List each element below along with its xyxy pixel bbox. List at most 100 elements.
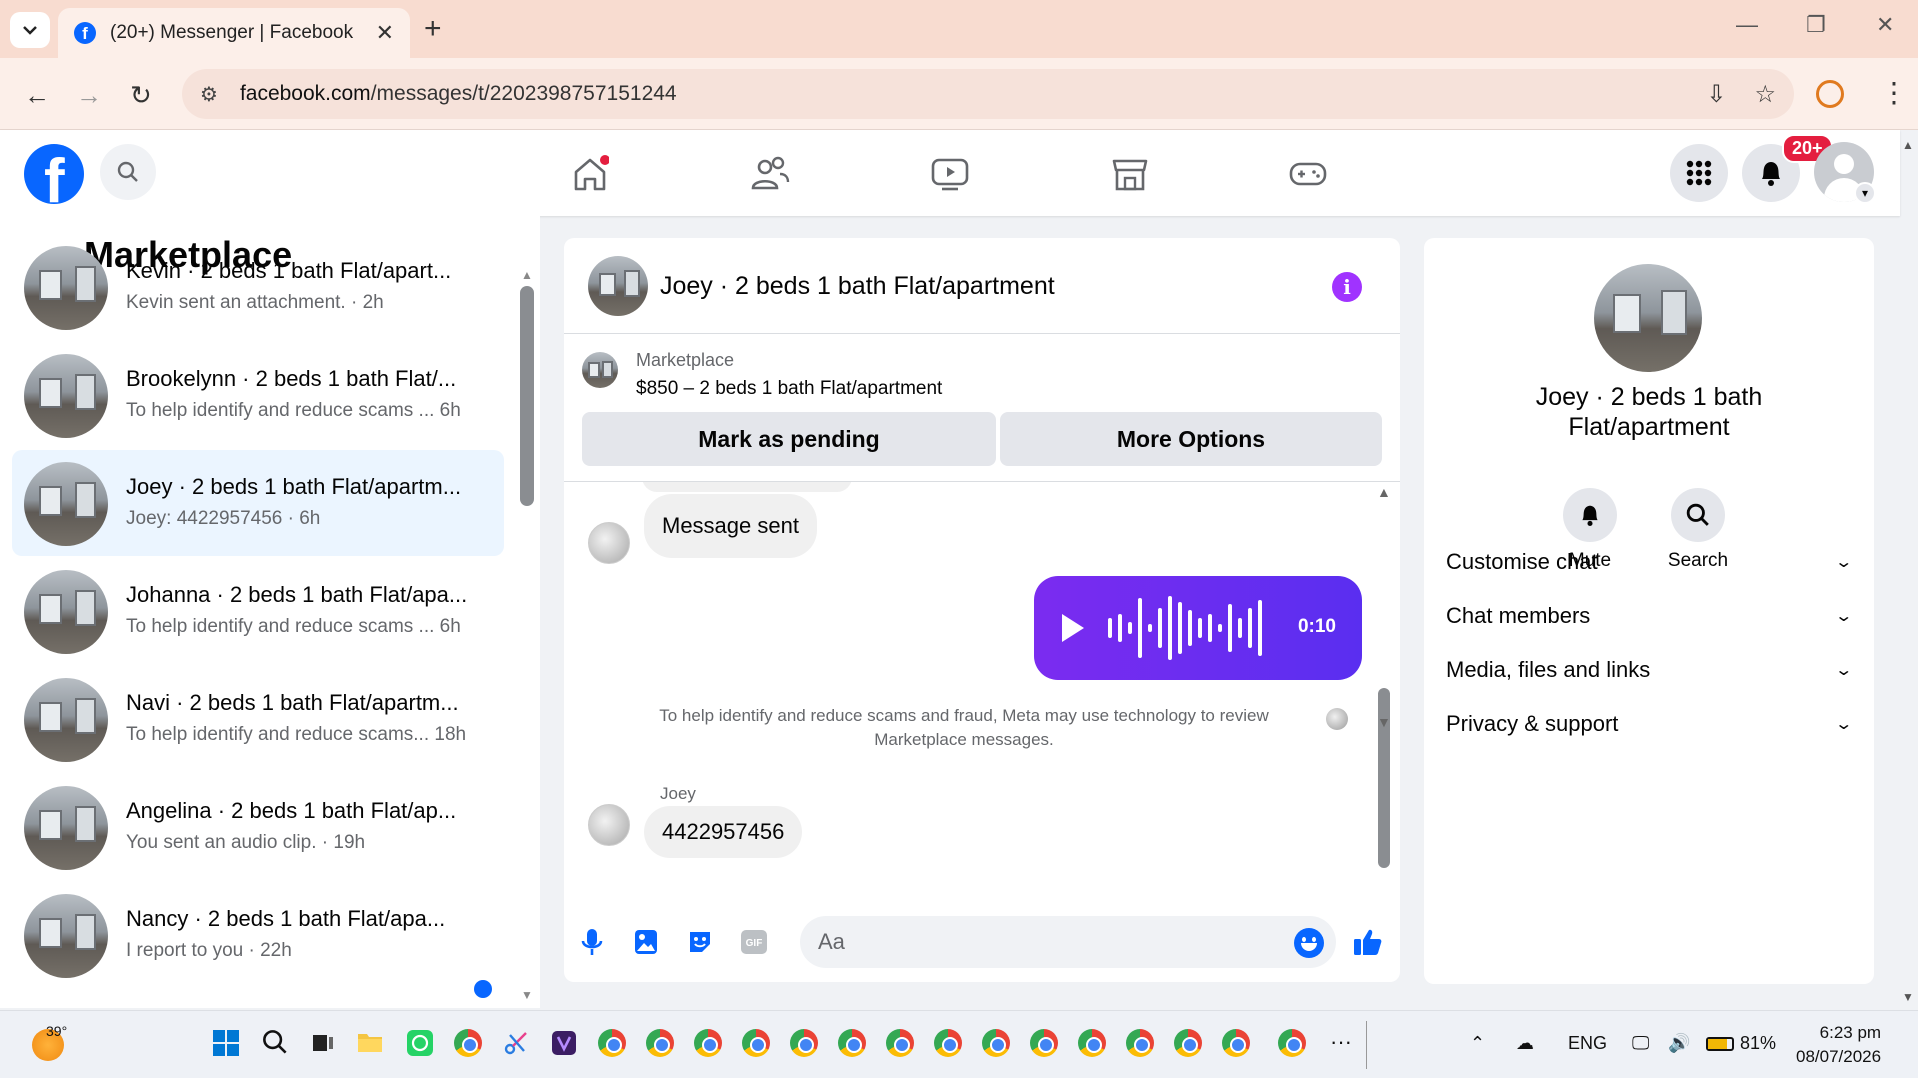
site-info-icon[interactable]: ⚙ <box>200 82 218 107</box>
sticker-button[interactable] <box>684 926 716 958</box>
language-indicator[interactable]: ENG <box>1568 1033 1607 1054</box>
conversation-item-active[interactable]: Joey · 2 beds 1 bath Flat/apartm... Joey… <box>12 450 504 556</box>
taskbar-search-icon[interactable] <box>262 1029 290 1057</box>
gif-button[interactable]: GIF <box>738 926 770 958</box>
marketplace-nav-button[interactable] <box>1108 152 1152 196</box>
chat-members-section[interactable]: Chat members ⌄ <box>1446 594 1853 638</box>
bell-icon <box>1762 162 1780 186</box>
chrome-profile-icon[interactable] <box>934 1029 962 1057</box>
home-nav-button[interactable] <box>568 152 612 196</box>
chrome-profile-icon[interactable] <box>886 1029 914 1057</box>
scroll-down-icon[interactable]: ▼ <box>521 988 533 1002</box>
chrome-profile-icon[interactable] <box>694 1029 722 1057</box>
conversation-item[interactable]: Angelina · 2 beds 1 bath Flat/ap... You … <box>12 774 504 880</box>
bookmark-star-icon[interactable]: ☆ <box>1754 80 1776 109</box>
chrome-profile-icon[interactable] <box>982 1029 1010 1057</box>
app-icon[interactable] <box>550 1029 578 1057</box>
marketplace-icon <box>1112 159 1148 191</box>
marketplace-listing-banner: Marketplace $850 – 2 beds 1 bath Flat/ap… <box>564 334 1400 482</box>
chrome-icon[interactable] <box>454 1029 482 1057</box>
snipping-tool-icon[interactable] <box>502 1029 530 1057</box>
like-button[interactable] <box>1352 926 1384 958</box>
more-options-button[interactable]: More Options <box>1000 412 1382 466</box>
conversation-item[interactable]: Nancy · 2 beds 1 bath Flat/apa... I repo… <box>12 882 504 988</box>
chrome-profile-icon[interactable] <box>1278 1029 1306 1057</box>
conversation-item[interactable]: Brookelynn · 2 beds 1 bath Flat/... To h… <box>12 342 504 448</box>
listing-thumbnail <box>24 570 108 654</box>
chrome-profile-icon[interactable] <box>1078 1029 1106 1057</box>
friends-nav-button[interactable] <box>748 152 792 196</box>
chrome-icon[interactable] <box>598 1029 626 1057</box>
chat-avatar[interactable] <box>588 256 648 316</box>
browser-profile-icon[interactable] <box>1816 80 1844 108</box>
chrome-profile-icon[interactable] <box>742 1029 770 1057</box>
audio-message[interactable]: 0:10 <box>1034 576 1362 680</box>
browser-menu-icon[interactable]: ⋮ <box>1880 76 1908 109</box>
tab-search-button[interactable] <box>10 12 50 48</box>
close-window-icon[interactable]: ✕ <box>1876 12 1894 38</box>
browser-tab[interactable]: f (20+) Messenger | Facebook ✕ <box>58 8 410 58</box>
more-apps-icon[interactable]: ··· <box>1330 1029 1352 1055</box>
chrome-profile-icon[interactable] <box>1174 1029 1202 1057</box>
display-icon[interactable]: 🖵 <box>1632 1033 1649 1054</box>
conversation-item[interactable]: Navi · 2 beds 1 bath Flat/apartm... To h… <box>12 666 504 772</box>
voice-clip-button[interactable] <box>576 926 608 958</box>
volume-icon[interactable]: 🔊 <box>1668 1033 1690 1054</box>
marketplace-label: Marketplace <box>636 350 735 370</box>
menu-button[interactable] <box>1670 144 1728 202</box>
address-bar[interactable]: ⚙ facebook.com/messages/t/22023987571512… <box>182 69 1794 119</box>
chevron-down-icon: ⌄ <box>1833 608 1853 625</box>
facebook-logo-icon[interactable]: f <box>24 144 84 204</box>
chevron-down-icon[interactable]: ▾ <box>1854 182 1876 204</box>
attach-media-button[interactable] <box>630 926 662 958</box>
show-hidden-icons-chevron-up-icon[interactable]: ⌃ <box>1470 1033 1485 1054</box>
forward-icon[interactable]: → <box>76 80 102 111</box>
video-icon <box>931 158 969 191</box>
minimize-icon[interactable]: — <box>1736 12 1758 38</box>
task-view-icon[interactable] <box>310 1029 338 1057</box>
page-scroll-down-icon[interactable]: ▼ <box>1902 990 1914 1004</box>
customise-chat-section[interactable]: Customise chat ⌄ <box>1446 540 1853 584</box>
whatsapp-icon[interactable] <box>406 1029 434 1057</box>
reload-icon[interactable]: ↻ <box>130 80 152 111</box>
chrome-profile-icon[interactable] <box>790 1029 818 1057</box>
chat-title[interactable]: Joey · 2 beds 1 bath Flat/apartment <box>660 272 1055 301</box>
sidebar-scrollbar[interactable] <box>520 286 534 506</box>
chrome-profile-icon[interactable] <box>1222 1029 1250 1057</box>
chat-panel: Joey · 2 beds 1 bath Flat/apartment i Ma… <box>564 238 1400 982</box>
message-input[interactable] <box>800 916 1336 968</box>
back-icon[interactable]: ← <box>24 80 50 111</box>
new-tab-button[interactable]: + <box>424 12 442 46</box>
chrome-profile-icon[interactable] <box>646 1029 674 1057</box>
chrome-profile-icon[interactable] <box>1126 1029 1154 1057</box>
conversation-item[interactable]: Kevin · 2 beds 1 bath Flat/apart... Kevi… <box>12 234 504 340</box>
battery-icon[interactable] <box>1706 1037 1734 1051</box>
listing-title[interactable]: $850 – 2 beds 1 bath Flat/apartment <box>636 378 942 400</box>
video-nav-button[interactable] <box>928 152 972 196</box>
install-app-icon[interactable]: ⇩ <box>1706 80 1726 109</box>
file-explorer-icon[interactable] <box>356 1029 384 1057</box>
start-icon[interactable] <box>212 1029 240 1057</box>
facebook-search-button[interactable] <box>100 144 156 200</box>
chrome-profile-icon[interactable] <box>1030 1029 1058 1057</box>
scroll-down-icon[interactable]: ▼ <box>1377 714 1391 730</box>
play-icon[interactable] <box>1062 614 1084 642</box>
privacy-support-section[interactable]: Privacy & support ⌄ <box>1446 702 1853 746</box>
info-icon[interactable]: i <box>1332 272 1362 302</box>
chrome-profile-icon[interactable] <box>838 1029 866 1057</box>
page-scroll-up-icon[interactable]: ▲ <box>1902 138 1914 152</box>
url-text[interactable]: facebook.com/messages/t/2202398757151244 <box>240 82 1678 106</box>
conversation-item[interactable]: Johanna · 2 beds 1 bath Flat/apa... To h… <box>12 558 504 664</box>
cloud-icon[interactable]: ☁ <box>1516 1033 1534 1054</box>
unread-indicator <box>474 980 492 998</box>
emoji-icon[interactable] <box>1294 928 1324 958</box>
scroll-up-icon[interactable]: ▲ <box>521 268 533 282</box>
conversation-snippet: You sent an audio clip. · 19h <box>126 832 366 853</box>
media-files-links-section[interactable]: Media, files and links ⌄ <box>1446 648 1853 692</box>
gaming-nav-button[interactable] <box>1286 152 1330 196</box>
tab-close-icon[interactable]: ✕ <box>376 20 394 46</box>
scroll-up-icon[interactable]: ▲ <box>1377 484 1391 500</box>
restore-icon[interactable]: ❐ <box>1806 12 1826 38</box>
system-clock[interactable]: 6:23 pm 08/07/2026 <box>1796 1021 1881 1069</box>
mark-as-pending-button[interactable]: Mark as pending <box>582 412 996 466</box>
